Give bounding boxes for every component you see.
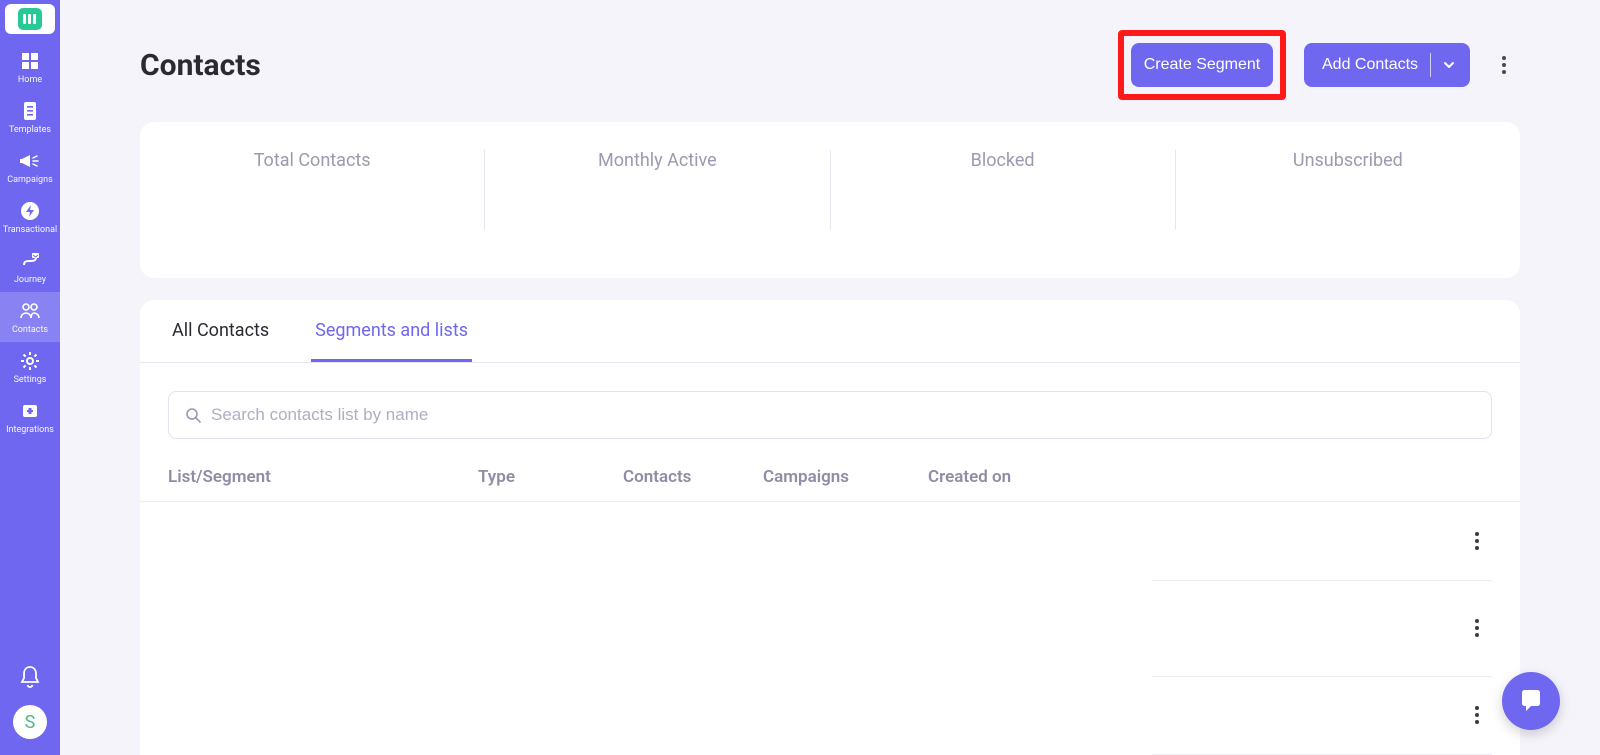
- contacts-icon: [19, 300, 41, 322]
- tab-all-contacts[interactable]: All Contacts: [168, 300, 273, 362]
- col-contacts: Contacts: [623, 467, 763, 487]
- table-row[interactable]: [140, 502, 1520, 580]
- col-created-on: Created on: [928, 467, 1088, 487]
- chat-widget-button[interactable]: [1502, 672, 1560, 730]
- stat-unsubscribed: Unsubscribed: [1176, 150, 1520, 230]
- sidebar-item-label: Journey: [14, 275, 46, 286]
- sidebar-item-label: Contacts: [12, 325, 48, 336]
- sidebar-item-settings[interactable]: Settings: [0, 342, 60, 392]
- button-divider: [1430, 53, 1431, 77]
- sidebar-item-templates[interactable]: Templates: [0, 92, 60, 142]
- stat-blocked: Blocked: [831, 150, 1176, 230]
- col-campaigns: Campaigns: [763, 467, 928, 487]
- row-more-button[interactable]: [1462, 532, 1492, 550]
- notifications-button[interactable]: [0, 665, 60, 689]
- search-input[interactable]: [211, 405, 1475, 425]
- sidebar-item-label: Integrations: [6, 425, 54, 436]
- highlight-create-segment: Create Segment: [1118, 30, 1286, 100]
- avatar-initial: S: [25, 712, 36, 733]
- add-contacts-button[interactable]: Add Contacts: [1304, 43, 1470, 87]
- sidebar-item-contacts[interactable]: Contacts: [0, 292, 60, 342]
- sidebar: Home Templates Campaigns Transactional J…: [0, 0, 60, 755]
- sidebar-item-label: Templates: [9, 125, 51, 136]
- content-card: All Contacts Segments and lists List/Seg…: [140, 300, 1520, 755]
- app-logo[interactable]: [5, 4, 55, 34]
- megaphone-icon: [19, 150, 41, 172]
- more-vertical-icon: [1475, 619, 1479, 637]
- row-more-button[interactable]: [1462, 619, 1492, 637]
- more-vertical-icon: [1475, 706, 1479, 724]
- bolt-icon: [19, 200, 41, 222]
- gear-icon: [19, 350, 41, 372]
- sidebar-item-integrations[interactable]: Integrations: [0, 392, 60, 442]
- integrations-icon: [19, 400, 41, 422]
- row-more-button[interactable]: [1462, 706, 1492, 724]
- more-vertical-icon: [1475, 532, 1479, 550]
- add-contacts-label: Add Contacts: [1322, 56, 1418, 74]
- bell-icon: [19, 665, 41, 689]
- sidebar-item-transactional[interactable]: Transactional: [0, 192, 60, 242]
- tabs: All Contacts Segments and lists: [140, 300, 1520, 363]
- sidebar-item-journey[interactable]: Journey: [0, 242, 60, 292]
- sidebar-item-label: Settings: [14, 375, 47, 386]
- table-row[interactable]: [140, 676, 1520, 754]
- header-more-button[interactable]: [1488, 49, 1520, 81]
- sidebar-item-label: Transactional: [3, 225, 57, 236]
- user-avatar[interactable]: S: [13, 705, 47, 739]
- table-header: List/Segment Type Contacts Campaigns Cre…: [140, 439, 1520, 502]
- table-row[interactable]: [140, 580, 1520, 676]
- page-title: Contacts: [140, 48, 261, 83]
- col-type: Type: [478, 467, 623, 487]
- journey-icon: [19, 250, 41, 272]
- sidebar-item-label: Campaigns: [7, 175, 52, 186]
- stats-card: Total Contacts Monthly Active Blocked Un…: [140, 122, 1520, 278]
- stat-total-contacts: Total Contacts: [140, 150, 485, 230]
- search-icon: [185, 407, 201, 423]
- more-vertical-icon: [1502, 56, 1506, 74]
- chevron-down-icon: [1442, 58, 1456, 72]
- sidebar-item-home[interactable]: Home: [0, 42, 60, 92]
- create-segment-button[interactable]: Create Segment: [1131, 43, 1273, 87]
- chat-icon: [1517, 687, 1545, 715]
- templates-icon: [19, 100, 41, 122]
- sidebar-item-campaigns[interactable]: Campaigns: [0, 142, 60, 192]
- home-icon: [19, 50, 41, 72]
- stat-monthly-active: Monthly Active: [485, 150, 830, 230]
- main-content: Contacts Create Segment Add Contacts Tot…: [60, 0, 1600, 755]
- col-list-segment: List/Segment: [168, 467, 478, 487]
- page-header: Contacts Create Segment Add Contacts: [60, 0, 1600, 100]
- table-body: [140, 502, 1520, 755]
- search-wrap: [168, 391, 1492, 439]
- tab-segments-lists[interactable]: Segments and lists: [311, 300, 472, 362]
- sidebar-item-label: Home: [18, 75, 42, 86]
- header-actions: Create Segment Add Contacts: [1118, 30, 1520, 100]
